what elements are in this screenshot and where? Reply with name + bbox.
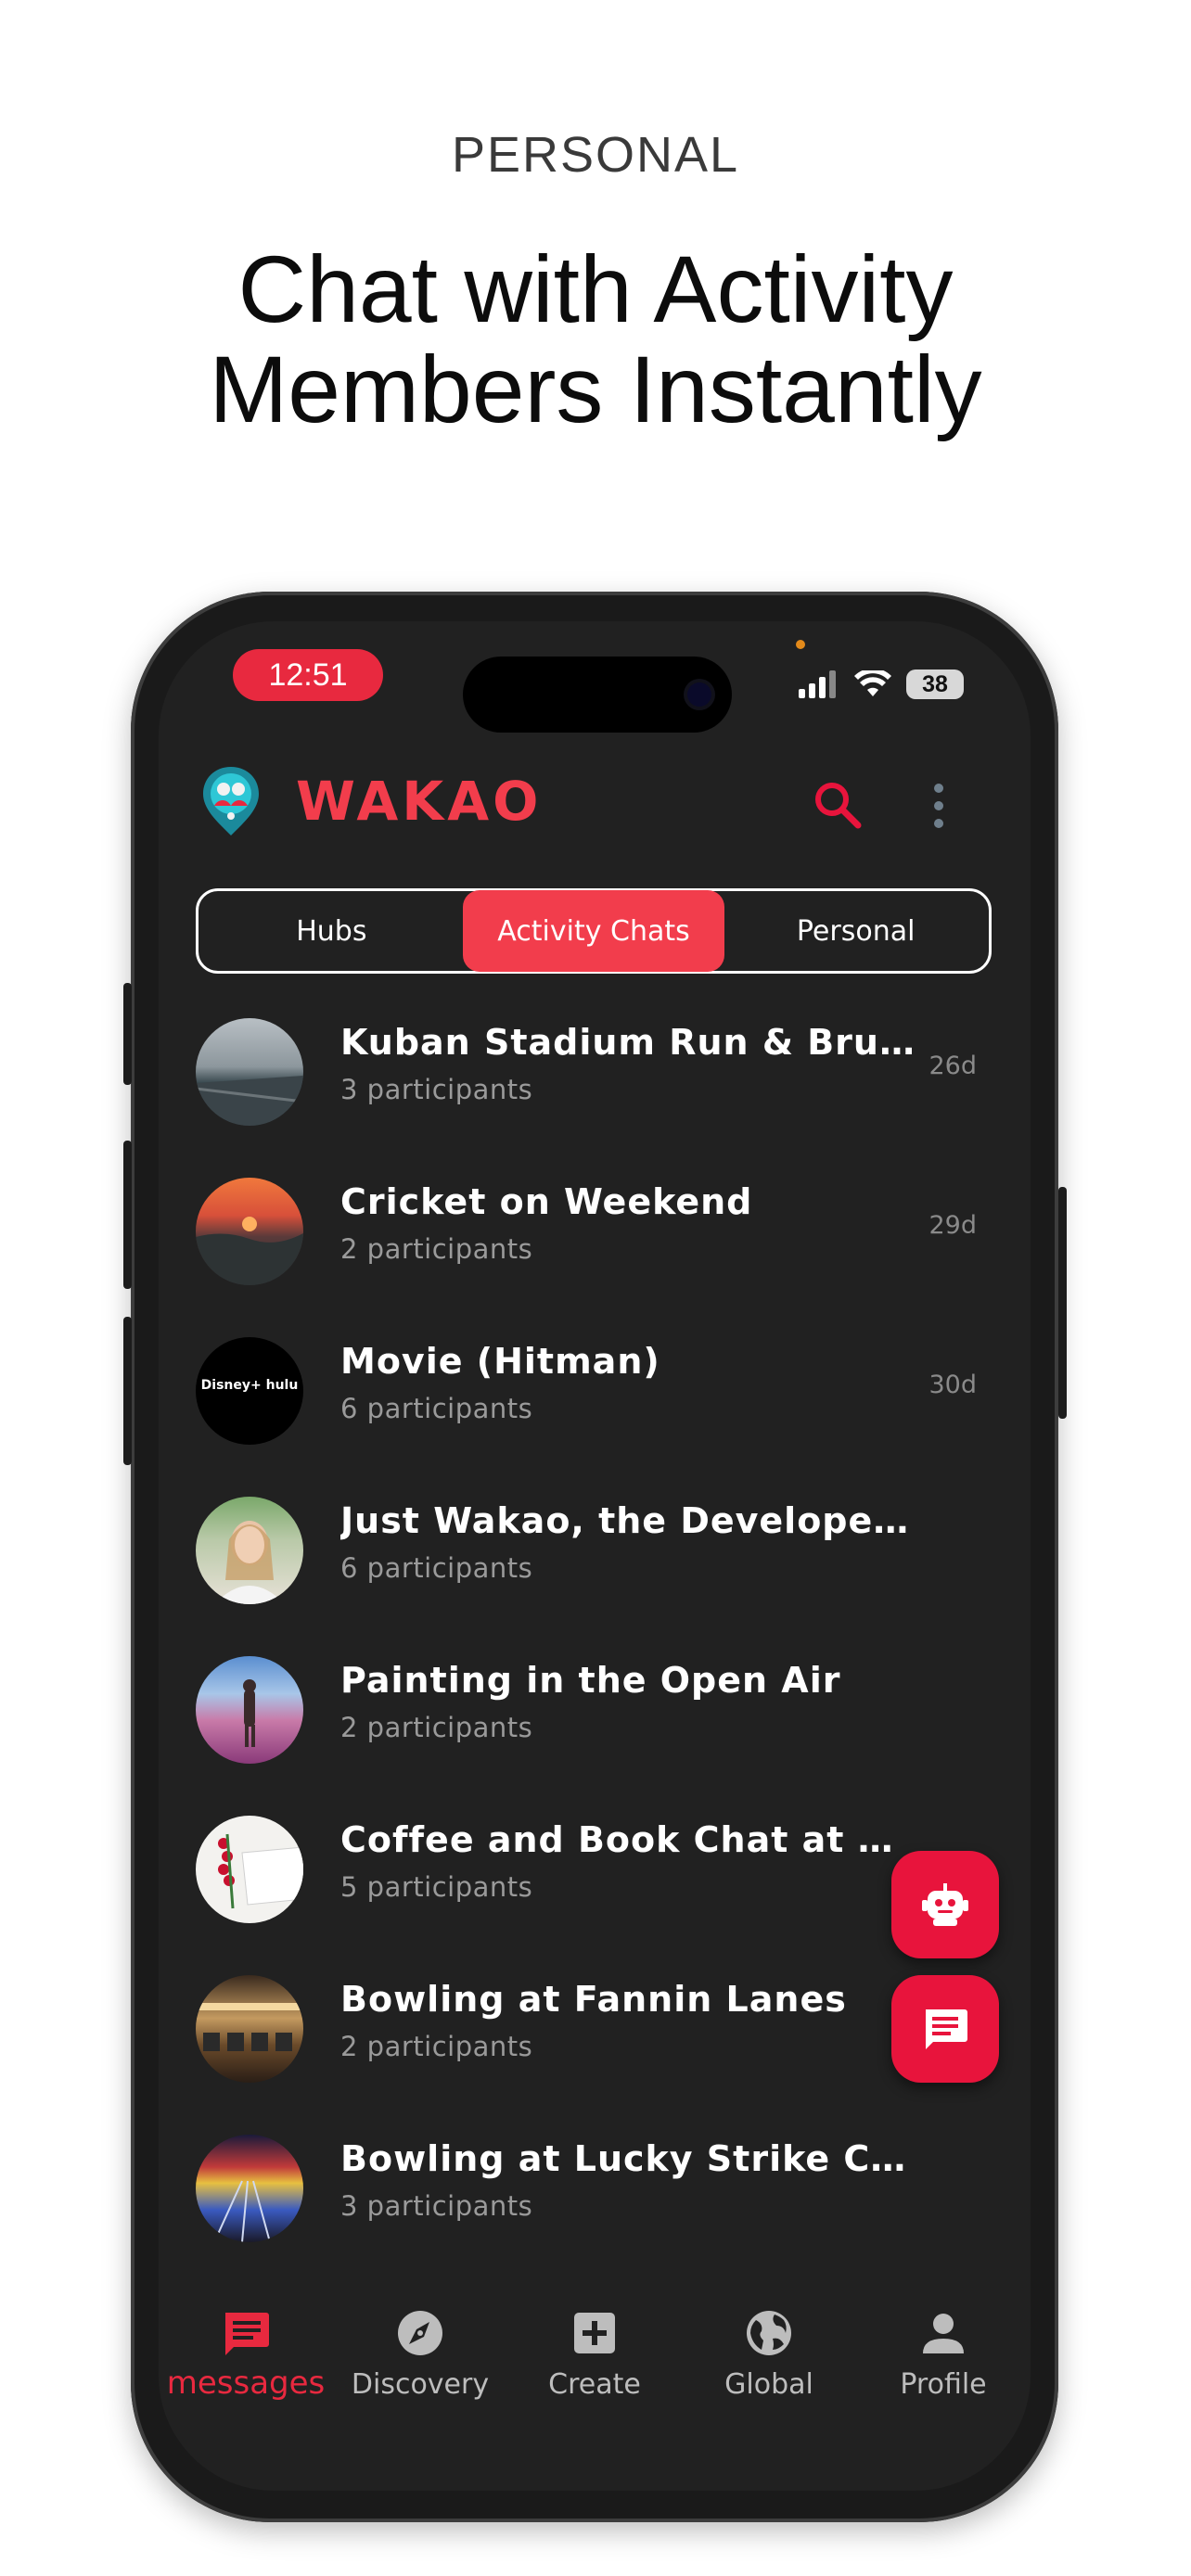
chat-avatar: Disney+ hulu xyxy=(196,1337,303,1445)
search-icon[interactable] xyxy=(810,777,865,833)
chat-participants: 6 participants xyxy=(340,1552,533,1584)
dynamic-island xyxy=(463,657,732,733)
promo-title: Chat with Activity Members Instantly xyxy=(0,239,1191,440)
nav-profile[interactable]: Profile xyxy=(856,2290,1031,2420)
volume-up-button xyxy=(123,1141,132,1289)
promo-label: PERSONAL xyxy=(451,127,740,183)
status-time: 12:51 xyxy=(233,649,383,701)
chat-title: Kuban Stadium Run & Brunch xyxy=(340,1022,916,1063)
tab-activity-chats[interactable]: Activity Chats xyxy=(462,890,725,972)
bottom-navigation: messages Discovery Create Global Profile xyxy=(159,2290,1031,2420)
chat-title: Painting in the Open Air xyxy=(340,1660,841,1701)
chat-title: Bowling at Fannin Lanes xyxy=(340,1979,847,2020)
chat-participants: 2 participants xyxy=(340,1712,533,1743)
chat-row[interactable]: Cricket on Weekend 2 participants 29d xyxy=(159,1170,1031,1330)
compass-icon xyxy=(398,2311,442,2355)
chat-title: Bowling at Lucky Strike Cen... xyxy=(340,2138,916,2179)
app-title: WAKAO xyxy=(296,770,543,833)
nav-create[interactable]: Create xyxy=(507,2290,682,2420)
chat-participants: 2 participants xyxy=(340,2031,533,2062)
person-icon xyxy=(923,2314,964,2353)
chat-participants: 3 participants xyxy=(340,2190,533,2222)
chat-title: Movie (Hitman) xyxy=(340,1341,660,1382)
chat-title: Cricket on Weekend xyxy=(340,1181,753,1222)
chat-avatar xyxy=(196,1178,303,1285)
chat-avatar-logo-text: Disney+ hulu xyxy=(200,1378,299,1393)
nav-global[interactable]: Global xyxy=(682,2290,856,2420)
nav-messages[interactable]: messages xyxy=(159,2290,333,2420)
signal-icon xyxy=(799,670,836,698)
nav-label: Create xyxy=(548,2368,641,2401)
more-vertical-icon[interactable] xyxy=(925,781,953,831)
nav-discovery[interactable]: Discovery xyxy=(333,2290,507,2420)
battery-indicator: 38 xyxy=(906,670,964,699)
chat-row[interactable]: Kuban Stadium Run & Brunch 3 participant… xyxy=(159,1011,1031,1170)
chat-row[interactable]: Just Wakao, the Developer F... 6 partici… xyxy=(159,1489,1031,1649)
chat-title: Just Wakao, the Developer F... xyxy=(340,1500,916,1541)
chat-participants: 6 participants xyxy=(340,1393,533,1424)
promo-title-line-2: Members Instantly xyxy=(209,337,982,442)
nav-label: Profile xyxy=(900,2368,987,2401)
promo-title-line-1: Chat with Activity xyxy=(237,236,954,342)
status-icons: 38 xyxy=(799,666,964,703)
chat-avatar xyxy=(196,1497,303,1604)
chat-avatar xyxy=(196,1975,303,2083)
chat-avatar xyxy=(196,2135,303,2242)
robot-icon xyxy=(922,1883,968,1926)
tab-hubs[interactable]: Hubs xyxy=(200,890,463,972)
nav-label: Global xyxy=(724,2368,813,2401)
message-icon xyxy=(926,2009,967,2049)
chat-avatar xyxy=(196,1018,303,1126)
chat-title: Coffee and Book Chat at Bar... xyxy=(340,1819,916,1860)
new-message-button[interactable] xyxy=(891,1975,999,2083)
chat-row[interactable]: Bowling at Lucky Strike Cen... 3 partici… xyxy=(159,2127,1031,2287)
globe-icon xyxy=(747,2311,791,2355)
wakao-logo-icon xyxy=(203,767,259,835)
plus-box-icon xyxy=(574,2313,615,2353)
chat-avatar xyxy=(196,1816,303,1923)
camera-icon xyxy=(687,682,711,707)
ai-assistant-button[interactable] xyxy=(891,1851,999,1958)
wifi-icon xyxy=(854,670,891,696)
power-button xyxy=(1058,1187,1067,1419)
chat-category-tabs: Hubs Activity Chats Personal xyxy=(196,888,992,974)
chat-time: 30d xyxy=(928,1371,978,1399)
chat-participants: 2 participants xyxy=(340,1233,533,1265)
chat-row[interactable]: Disney+ hulu Movie (Hitman) 6 participan… xyxy=(159,1330,1031,1489)
action-button xyxy=(123,983,132,1085)
volume-down-button xyxy=(123,1317,132,1465)
chat-avatar xyxy=(196,1656,303,1764)
chat-participants: 3 participants xyxy=(340,1074,533,1105)
chat-time: 26d xyxy=(928,1052,978,1080)
privacy-indicator xyxy=(796,640,805,649)
nav-label: Discovery xyxy=(351,2368,490,2401)
message-icon xyxy=(225,2313,269,2355)
tab-personal[interactable]: Personal xyxy=(724,890,987,972)
chat-row[interactable]: Painting in the Open Air 2 participants xyxy=(159,1649,1031,1808)
phone-screen: 12:51 38 WAKAO Hubs Activity Chats Perso… xyxy=(159,621,1031,2491)
chat-participants: 5 participants xyxy=(340,1871,533,1903)
chat-time: 29d xyxy=(928,1211,978,1240)
nav-label: messages xyxy=(166,2365,326,2402)
